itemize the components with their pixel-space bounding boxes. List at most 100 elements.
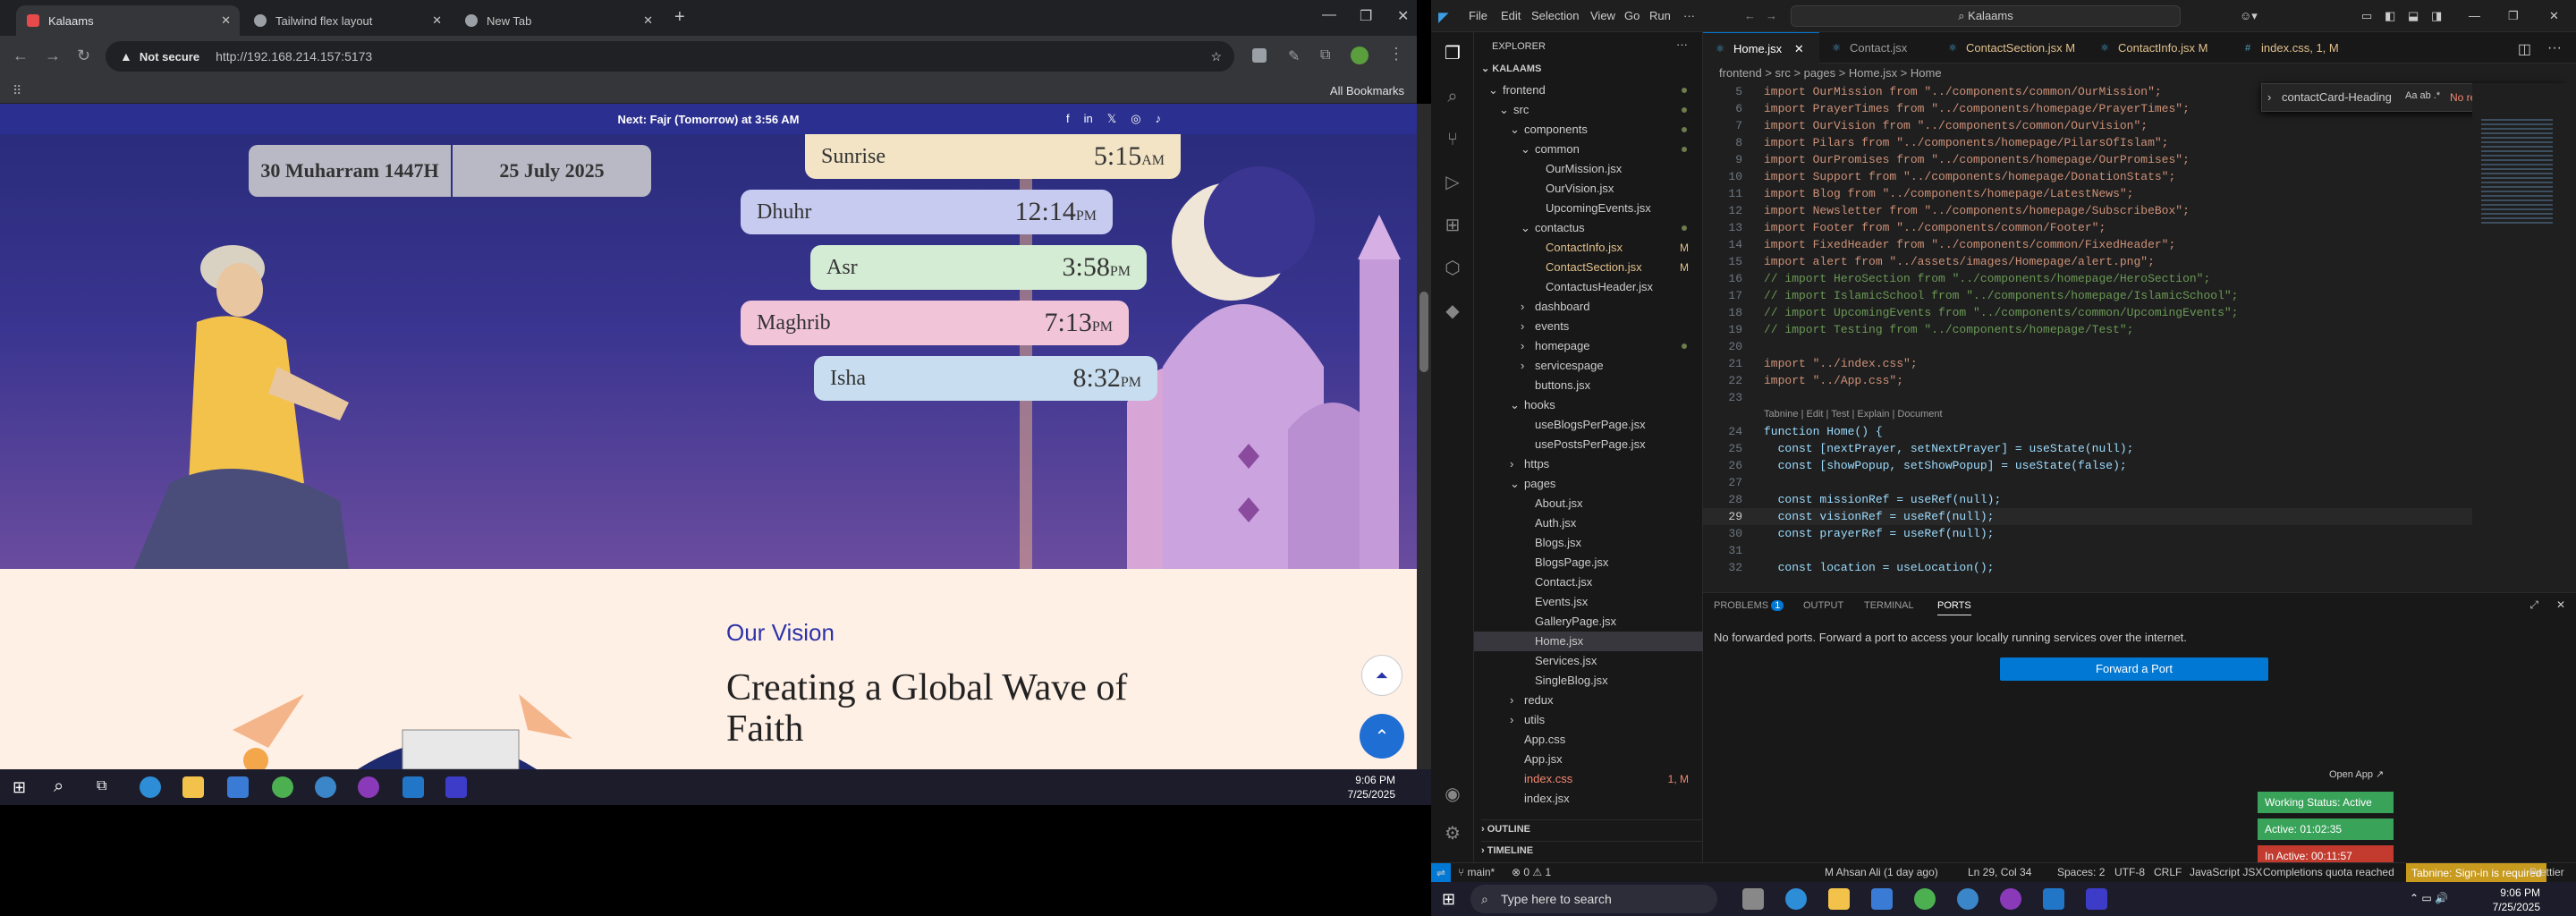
store-icon[interactable]	[227, 776, 249, 798]
source-control-icon[interactable]: ⑂	[1442, 129, 1463, 150]
system-tray-icons[interactable]: ⌃ ▭ 🔊	[2410, 892, 2448, 904]
run-debug-icon[interactable]: ▷	[1442, 172, 1463, 193]
menu-file[interactable]: File	[1469, 9, 1487, 22]
match-options[interactable]: Aa ab .*	[2405, 90, 2440, 101]
more-actions-icon[interactable]: ···	[1676, 38, 1688, 51]
file-explorer-icon[interactable]	[1828, 888, 1850, 910]
menu-selection[interactable]: Selection	[1531, 9, 1579, 22]
cursor-position[interactable]: Ln 29, Col 34	[1968, 866, 2031, 878]
windows-start-icon[interactable]: ⊞	[1442, 890, 1455, 909]
menu-more[interactable]: ···	[1683, 9, 1695, 22]
tree-folder[interactable]: ⌄ src	[1474, 100, 1703, 120]
tree-file[interactable]: ContactInfo.jsx M	[1474, 238, 1703, 258]
avatar[interactable]	[1351, 47, 1368, 64]
store-icon[interactable]	[1871, 888, 1893, 910]
toggle-secondary-icon[interactable]: ◨	[2431, 9, 2442, 23]
zoom-icon[interactable]	[2086, 888, 2107, 910]
scroll-top-button[interactable]: ⌃	[1360, 714, 1404, 759]
remote-icon[interactable]: ⬡	[1442, 258, 1463, 279]
forward-port-button[interactable]: Forward a Port	[2000, 657, 2268, 681]
apps-grid-icon[interactable]: ⠿	[13, 83, 21, 98]
workspace-root[interactable]: ⌄ KALAAMS	[1481, 63, 1541, 74]
tree-folder[interactable]: › servicespage	[1474, 356, 1703, 376]
tree-folder[interactable]: › dashboard	[1474, 297, 1703, 317]
find-input[interactable]: contactCard-Heading	[2282, 90, 2392, 104]
back-icon[interactable]: ←	[13, 47, 29, 65]
tab-terminal[interactable]: TERMINAL	[1864, 600, 1914, 611]
toggle-panel-icon[interactable]: ⬓	[2408, 9, 2419, 23]
tree-file[interactable]: buttons.jsx	[1474, 376, 1703, 395]
copilot-icon[interactable]: ☺▾	[2240, 9, 2258, 23]
pen-icon[interactable]: ✎	[1288, 47, 1300, 65]
toggle-sidebar-icon[interactable]: ◧	[2385, 9, 2395, 23]
tree-file[interactable]: OurVision.jsx	[1474, 179, 1703, 199]
tree-file[interactable]: Contact.jsx	[1474, 572, 1703, 592]
app-icon[interactable]	[315, 776, 336, 798]
settings-gear-icon[interactable]: ⚙	[1442, 823, 1463, 844]
menu-run[interactable]: Run	[1649, 9, 1671, 22]
editor-tab-contactinfo[interactable]: ⚛ ContactInfo.jsx M	[2088, 32, 2231, 64]
editor-tab-home[interactable]: ⚛ Home.jsx ✕	[1703, 32, 1819, 64]
tree-file[interactable]: usePostsPerPage.jsx	[1474, 435, 1703, 454]
url-text[interactable]: http://192.168.214.157:5173	[216, 49, 372, 64]
file-explorer-icon[interactable]	[182, 776, 204, 798]
tiktok-icon[interactable]: ♪	[1156, 112, 1162, 126]
menu-icon[interactable]: ⋮	[1388, 45, 1404, 64]
close-tab-icon[interactable]: ✕	[432, 13, 442, 28]
tree-file[interactable]: UpcomingEvents.jsx	[1474, 199, 1703, 218]
search-icon[interactable]: ⌕	[54, 776, 64, 797]
timeline-section[interactable]: › TIMELINE	[1481, 841, 1703, 856]
app-icon[interactable]	[1957, 888, 1979, 910]
line-ending[interactable]: CRLF	[2154, 866, 2182, 878]
chrome-taskbar-icon[interactable]	[272, 776, 293, 798]
layout-icon[interactable]: ▭	[2361, 9, 2372, 23]
tree-folder[interactable]: ⌄ common	[1474, 140, 1703, 159]
maximize-panel-icon[interactable]: ⤢	[2529, 598, 2538, 612]
scroll-up-outline-button[interactable]: ⏶	[1361, 655, 1402, 696]
minimap[interactable]	[2472, 83, 2576, 352]
not-secure-label[interactable]: Not secure	[140, 50, 199, 64]
indentation[interactable]: Spaces: 2	[2057, 866, 2105, 878]
tree-folder[interactable]: ⌄ contactus	[1474, 218, 1703, 238]
close-tab-icon[interactable]: ✕	[643, 13, 653, 28]
menu-edit[interactable]: Edit	[1501, 9, 1521, 22]
tree-folder[interactable]: ⌄ hooks	[1474, 395, 1703, 415]
editor-tab-contactsection[interactable]: ⚛ ContactSection.jsx M	[1936, 32, 2088, 64]
tree-file[interactable]: App.jsx	[1474, 750, 1703, 769]
toggle-replace-icon[interactable]: ›	[2267, 90, 2271, 104]
menu-view[interactable]: View	[1590, 9, 1615, 22]
address-bar[interactable]: ▲ Not secure http://192.168.214.157:5173…	[106, 41, 1234, 72]
tab-problems[interactable]: PROBLEMS 1	[1714, 600, 1784, 611]
linkedin-icon[interactable]: in	[1084, 112, 1093, 126]
codelens[interactable]: Tabnine | Edit | Test | Explain | Docume…	[1764, 406, 1943, 423]
github-icon[interactable]	[358, 776, 379, 798]
vscode-taskbar-icon[interactable]	[402, 776, 424, 798]
more-actions-icon[interactable]: ···	[2547, 40, 2562, 56]
tree-folder[interactable]: › utils	[1474, 710, 1703, 730]
edge-icon[interactable]	[140, 776, 161, 798]
tree-folder[interactable]: › homepage	[1474, 336, 1703, 356]
language-mode[interactable]: JavaScript JSX	[2190, 866, 2262, 878]
tree-file[interactable]: useBlogsPerPage.jsx	[1474, 415, 1703, 435]
close-tab-icon[interactable]: ✕	[1794, 42, 1804, 55]
all-bookmarks-link[interactable]: All Bookmarks	[1330, 84, 1404, 98]
encoding[interactable]: UTF-8	[2114, 866, 2145, 878]
problems-indicator[interactable]: ⊗ 0 ⚠ 1	[1512, 866, 1551, 878]
extensions-icon[interactable]: ⊞	[1442, 215, 1463, 236]
tab-ports[interactable]: PORTS	[1937, 600, 1971, 615]
prettier-status[interactable]: Prettier	[2529, 866, 2564, 878]
tree-file[interactable]: Services.jsx	[1474, 651, 1703, 671]
task-view-icon[interactable]	[1742, 888, 1764, 910]
editor-tab-indexcss[interactable]: # index.css, 1, M	[2231, 32, 2356, 64]
git-blame[interactable]: M Ahsan Ali (1 day ago)	[1825, 866, 1938, 878]
tab-tailwind[interactable]: Tailwind flex layout ✕	[243, 5, 451, 36]
explorer-icon[interactable]: ❐	[1442, 43, 1463, 64]
tabnine-status[interactable]: Tabnine: Sign-in is required	[2406, 863, 2547, 883]
tree-file[interactable]: index.css 1, M	[1474, 769, 1703, 789]
github-icon[interactable]	[2000, 888, 2021, 910]
tree-file[interactable]: Blogs.jsx	[1474, 533, 1703, 553]
page-scrollbar[interactable]	[1417, 104, 1431, 769]
task-view-icon[interactable]: ⧉	[97, 778, 106, 794]
tree-file[interactable]: Auth.jsx	[1474, 513, 1703, 533]
tree-file[interactable]: App.css	[1474, 730, 1703, 750]
